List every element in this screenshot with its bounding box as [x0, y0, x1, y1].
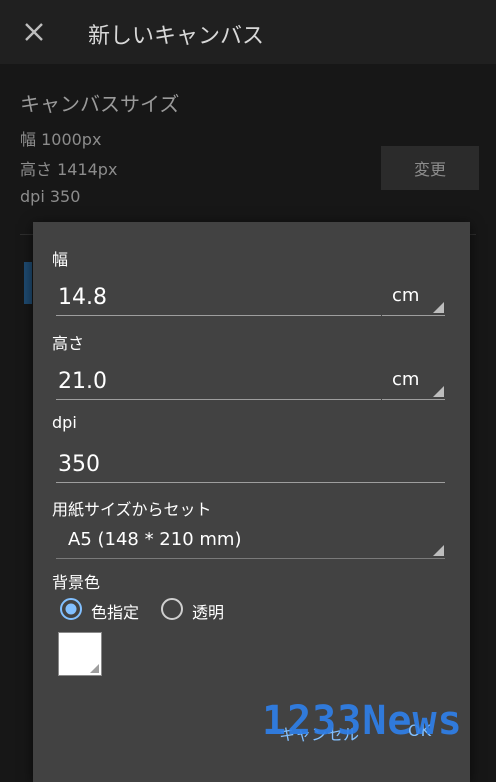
background-color-label: 背景色 — [52, 573, 101, 592]
width-unit-value: cm — [392, 285, 420, 306]
change-button[interactable]: 変更 — [381, 146, 479, 190]
dpi-label: dpi — [52, 413, 77, 432]
background-color-swatch[interactable] — [58, 632, 102, 676]
height-input[interactable] — [56, 363, 381, 400]
radio-color-specified[interactable]: 色指定 — [59, 597, 151, 622]
height-unit-select[interactable]: cm — [382, 363, 445, 400]
close-icon[interactable] — [22, 20, 46, 44]
background-accent-block — [24, 262, 32, 304]
radio-transparent-label: 透明 — [192, 603, 225, 622]
canvas-width-text: 幅 1000px — [20, 130, 102, 149]
swatch-corner-icon — [90, 664, 99, 673]
width-label: 幅 — [52, 250, 69, 269]
height-unit-value: cm — [392, 369, 420, 390]
radio-transparent[interactable]: 透明 — [160, 597, 240, 622]
height-label: 高さ — [52, 334, 85, 353]
canvas-height-text: 高さ 1414px — [20, 160, 118, 179]
width-unit-select[interactable]: cm — [382, 279, 445, 316]
canvas-dpi-text: dpi 350 — [20, 187, 81, 206]
dpi-input[interactable] — [56, 446, 445, 483]
watermark-text: 1233News — [262, 698, 463, 744]
radio-color-specified-label: 色指定 — [91, 603, 140, 622]
app-bar: 新しいキャンバス — [0, 0, 496, 64]
paper-size-label: 用紙サイズからセット — [52, 500, 212, 519]
dropdown-corner-icon — [433, 302, 444, 313]
paper-size-select[interactable]: A5 (148 * 210 mm) — [56, 522, 445, 559]
radio-unselected-icon — [161, 598, 183, 620]
canvas-size-heading: キャンバスサイズ — [20, 92, 180, 116]
width-input[interactable] — [56, 279, 381, 316]
dropdown-corner-icon — [433, 386, 444, 397]
paper-size-value: A5 (148 * 210 mm) — [68, 529, 242, 550]
radio-selected-icon — [60, 598, 82, 620]
page-title: 新しいキャンバス — [88, 24, 265, 49]
dropdown-corner-icon — [433, 545, 444, 556]
